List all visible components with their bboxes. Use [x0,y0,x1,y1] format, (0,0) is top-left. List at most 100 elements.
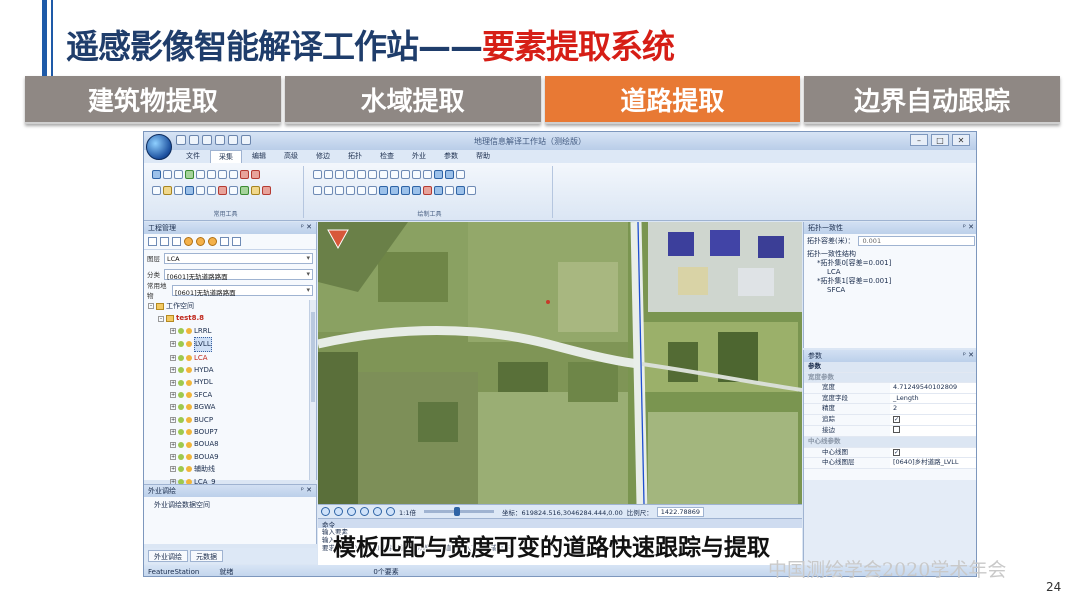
minimize-icon[interactable]: – [910,134,928,146]
table-icon[interactable] [232,237,241,246]
zoom-slider[interactable] [423,507,494,516]
draw-rect-icon[interactable] [412,170,421,179]
table-tool-icon[interactable] [229,170,238,179]
tree-layer[interactable]: + BGWA [148,401,312,413]
collapse-icon[interactable]: – [148,303,154,310]
visible-icon[interactable] [178,441,184,448]
visible-icon[interactable] [178,379,184,386]
road-width-icon[interactable] [412,186,421,195]
tree-layer[interactable]: + SFCA [148,389,312,401]
select-tool-icon[interactable] [152,170,161,179]
class-select[interactable]: [0601]无轨道路路面 [164,268,313,281]
tab-road-extraction[interactable]: 道路提取 [544,76,801,124]
menu-help[interactable]: 帮助 [468,150,498,163]
layer-on-icon[interactable] [184,237,193,246]
menu-edit[interactable]: 编辑 [244,150,274,163]
tree-layer[interactable]: + LVLL [148,337,312,352]
delete-icon[interactable] [218,186,227,195]
visible-icon[interactable] [178,367,184,374]
panel-pin-close-icon[interactable]: ᵖ ✕ [301,486,312,494]
tree-layer[interactable]: + BOUP7 [148,426,312,438]
visible-icon[interactable] [178,416,184,423]
zoom-full-icon[interactable] [347,507,356,516]
tolerance-input[interactable]: 0.001 [858,236,975,246]
expand-icon[interactable]: + [170,404,176,411]
tree-layer[interactable]: + HYDL [148,376,312,388]
zoom-box-icon[interactable] [152,186,161,195]
menu-check[interactable]: 检查 [372,150,402,163]
pan-tool-icon[interactable] [174,170,183,179]
visible-icon[interactable] [178,429,184,436]
expand-icon[interactable]: + [170,454,176,461]
quick-save-icon[interactable] [176,135,186,145]
layer-tool-icon[interactable] [207,170,216,179]
tree-workspace[interactable]: – 工作空间 [148,300,312,312]
road-edge-icon[interactable] [390,186,399,195]
layer-tree-scrollbar[interactable] [309,300,316,480]
shape-diamond-icon[interactable] [324,186,333,195]
expand-icon[interactable]: + [170,429,176,436]
tree-layer[interactable]: + HYDA [148,364,312,376]
draw-region-icon[interactable] [445,170,454,179]
track-checkbox[interactable]: ✓ [893,415,900,423]
road-junction-icon[interactable] [434,186,443,195]
road-track-icon[interactable] [379,186,388,195]
edge-join-checkbox[interactable] [893,425,900,433]
menu-advanced[interactable]: 高级 [276,150,306,163]
common-feature-select[interactable]: [0601]无轨道路路面 [172,284,313,297]
detail-view-icon[interactable] [160,237,169,246]
expand-icon[interactable]: + [170,466,176,473]
topology-set[interactable]: *拓扑集0[容差=0.001] [807,259,975,268]
menu-trim[interactable]: 修边 [308,150,338,163]
forward-icon[interactable] [386,507,395,516]
topology-set-layer[interactable]: SFCA [807,286,975,295]
road-smooth-icon[interactable] [445,186,454,195]
layer-select[interactable]: LCA [164,252,313,264]
visible-icon[interactable] [178,392,184,399]
menu-capture[interactable]: 采集 [210,150,242,163]
draw-text-icon[interactable] [456,170,465,179]
expand-icon[interactable]: + [170,416,176,423]
rotate-icon[interactable] [229,186,238,195]
pointer-tool-icon[interactable] [163,170,172,179]
tree-layer[interactable]: + BOUA8 [148,438,312,450]
layer-lock-icon[interactable] [196,237,205,246]
visible-icon[interactable] [178,328,184,335]
quick-open-icon[interactable] [189,135,199,145]
menu-params[interactable]: 参数 [436,150,466,163]
tab-field-survey[interactable]: 外业调绘 [148,550,188,562]
topology-set-layer[interactable]: LCA [807,268,975,277]
export-icon[interactable] [251,186,260,195]
split-icon[interactable] [196,186,205,195]
expand-icon[interactable]: + [170,367,176,374]
draw-polyline-icon[interactable] [346,170,355,179]
road-stop-icon[interactable] [423,186,432,195]
draw-arc-icon[interactable] [368,170,377,179]
draw-fill-icon[interactable] [434,170,443,179]
param-value[interactable]: _Length [890,393,976,404]
tab-boundary-tracking[interactable]: 边界自动跟踪 [804,76,1060,124]
scrollbar-thumb[interactable] [311,312,315,402]
visible-icon[interactable] [178,466,184,473]
params-section-centerline[interactable]: 中心线参数 [804,437,976,448]
maximize-icon[interactable]: □ [931,134,949,146]
road-join-icon[interactable] [456,186,465,195]
save-icon[interactable] [240,186,249,195]
params-root[interactable]: 参数 [804,362,976,373]
field-survey-item[interactable]: 外业调绘数据空间 [144,497,316,513]
draw-freehand-icon[interactable] [379,170,388,179]
tree-layer[interactable]: + LCA [148,352,312,364]
snap-icon[interactable] [174,186,183,195]
shape-square-icon[interactable] [313,186,322,195]
menu-field[interactable]: 外业 [404,150,434,163]
back-icon[interactable] [373,507,382,516]
pan-hand-icon[interactable] [360,507,369,516]
quick-print-icon[interactable] [228,135,238,145]
warning-icon[interactable] [220,237,229,246]
quick-redo-icon[interactable] [215,135,225,145]
close-layer-icon[interactable] [262,186,271,195]
param-value[interactable]: [0640]乡村道路_LVLL [890,458,976,468]
zoom-slider-thumb[interactable] [453,507,460,516]
menu-file[interactable]: 文件 [178,150,208,163]
collapse-icon[interactable]: – [158,315,164,322]
